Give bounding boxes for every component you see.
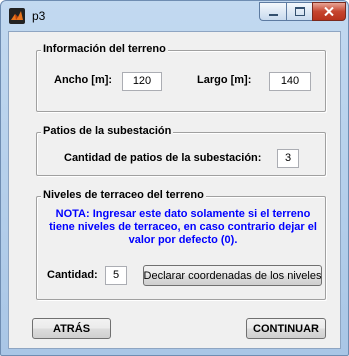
maximize-icon — [294, 7, 305, 16]
niveles-cantidad-label: Cantidad: — [47, 269, 98, 281]
largo-input[interactable]: 140 — [269, 72, 311, 91]
minimize-icon — [268, 14, 278, 16]
app-window: p3 Información del terreno Ancho [m]: 12… — [0, 0, 349, 356]
ancho-input[interactable]: 120 — [122, 72, 162, 91]
continue-button[interactable]: CONTINUAR — [246, 318, 326, 339]
close-button[interactable] — [312, 2, 346, 21]
niveles-group-title: Niveles de terraceo del terreno — [41, 189, 206, 201]
maximize-button[interactable] — [286, 2, 312, 21]
window-title: p3 — [32, 9, 46, 23]
terreno-group-title: Información del terreno — [41, 43, 168, 55]
close-icon — [324, 7, 334, 16]
niveles-note: NOTA: Ingresar este dato solamente si el… — [49, 208, 317, 246]
back-button[interactable]: ATRÁS — [32, 318, 111, 339]
matlab-icon — [9, 8, 25, 24]
minimize-button[interactable] — [259, 2, 286, 21]
ancho-label: Ancho [m]: — [54, 74, 113, 86]
patios-cantidad-input[interactable]: 3 — [277, 149, 299, 168]
dialog-body: Información del terreno Ancho [m]: 120 L… — [8, 31, 341, 349]
patios-group-title: Patios de la subestación — [41, 125, 174, 137]
largo-label: Largo [m]: — [197, 74, 252, 86]
declarar-coordenadas-button[interactable]: Declarar coordenadas de los niveles — [143, 265, 322, 286]
niveles-cantidad-input[interactable]: 5 — [105, 266, 127, 285]
title-bar[interactable]: p3 — [1, 1, 348, 31]
patios-cantidad-label: Cantidad de patios de la subestación: — [64, 152, 262, 164]
